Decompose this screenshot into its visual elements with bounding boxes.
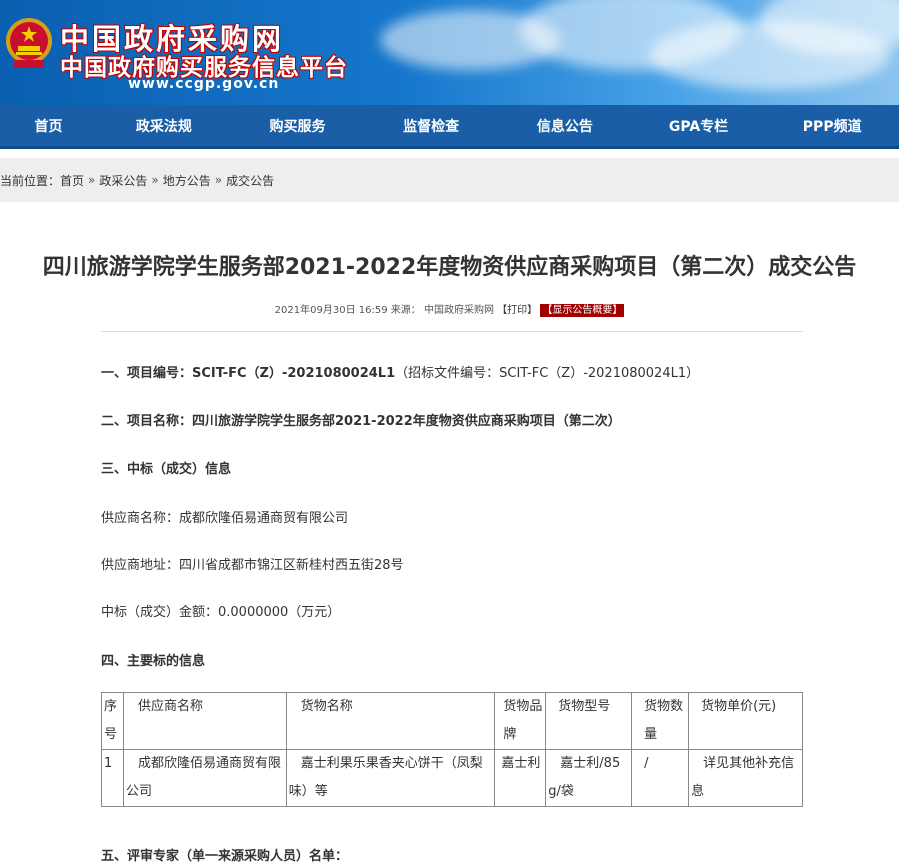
section-project-number: 一、项目编号：SCIT-FC（Z）-2021080024L1（招标文件编号：SC…	[101, 362, 699, 381]
table-header-cell: 货物单价(元)	[688, 692, 803, 750]
section-award-info: 三、中标（成交）信息	[101, 462, 232, 477]
breadcrumb-deal[interactable]: 成交公告	[226, 172, 274, 189]
breadcrumb-home[interactable]: 首页	[60, 172, 84, 189]
section-experts: 五、评审专家（单一来源采购人员）名单：	[101, 849, 349, 864]
table-cell: 嘉士利/85g/袋	[545, 749, 633, 807]
table-cell: /	[631, 749, 690, 807]
items-table: 序号 供应商名称 货物名称 货物品牌 货物型号 货物数量 货物单价(元) 1 成…	[101, 692, 803, 807]
breadcrumb-separator: »	[88, 173, 96, 187]
table-header-cell: 供应商名称	[122, 692, 287, 750]
main-nav: 首页 政采法规 购买服务 监督检查 信息公告 GPA专栏 PPP频道	[0, 105, 899, 149]
table-header-cell: 序号	[101, 692, 124, 750]
breadcrumb-local[interactable]: 地方公告	[163, 172, 211, 189]
table-header-row: 序号 供应商名称 货物名称 货物品牌 货物型号 货物数量 货物单价(元)	[101, 692, 803, 750]
article-meta: 2021年09月30日 16:59 来源： 中国政府采购网 【打印】 【显示公告…	[0, 301, 899, 317]
table-cell: 嘉士利	[494, 749, 547, 807]
nav-purchase-services[interactable]: 购买服务	[231, 105, 365, 146]
source-label: 来源：	[390, 305, 421, 316]
tender-doc-number: （招标文件编号：SCIT-FC（Z）-2021080024L1）	[395, 366, 700, 381]
table-cell: 1	[101, 749, 124, 807]
article-title: 四川旅游学院学生服务部2021-2022年度物资供应商采购项目（第二次）成交公告	[42, 255, 857, 280]
table-cell: 嘉士利果乐果香夹心饼干（凤梨味）等	[285, 749, 496, 807]
table-cell: 详见其他补充信息	[688, 749, 803, 807]
table-header-cell: 货物名称	[285, 692, 496, 750]
divider	[101, 331, 803, 332]
nav-ppp[interactable]: PPP频道	[765, 105, 899, 146]
table-row: 1 成都欣隆佰易通商贸有限公司 嘉士利果乐果香夹心饼干（凤梨味）等 嘉士利 嘉士…	[101, 749, 803, 807]
nav-announcements[interactable]: 信息公告	[498, 105, 632, 146]
nav-home[interactable]: 首页	[0, 105, 97, 146]
breadcrumb-separator: »	[151, 173, 159, 187]
breadcrumb: 当前位置： 首页 » 政采公告 » 地方公告 » 成交公告	[0, 158, 899, 202]
table-header-cell: 货物数量	[631, 692, 690, 750]
section-project-name: 二、项目名称：四川旅游学院学生服务部2021-2022年度物资供应商采购项目（第…	[101, 414, 621, 429]
site-banner: 中国政府采购网 中国政府购买服务信息平台 www.ccgp.gov.cn	[0, 0, 899, 105]
print-link[interactable]: 【打印】	[497, 305, 537, 316]
supplier-name: 供应商名称：成都欣隆佰易通商贸有限公司	[101, 511, 349, 526]
section-main-items: 四、主要标的信息	[101, 654, 206, 669]
national-emblem-icon	[6, 18, 52, 68]
breadcrumb-announcements[interactable]: 政采公告	[99, 172, 147, 189]
nav-regulations[interactable]: 政采法规	[97, 105, 231, 146]
table-cell: 成都欣隆佰易通商贸有限公司	[122, 749, 287, 807]
breadcrumb-prefix: 当前位置：	[0, 173, 61, 188]
table-header-cell: 货物品牌	[494, 692, 547, 750]
breadcrumb-separator: »	[214, 173, 223, 187]
nav-supervision[interactable]: 监督检查	[364, 105, 498, 146]
table-header-cell: 货物型号	[545, 692, 633, 750]
project-number-label: 一、项目编号：	[101, 366, 193, 381]
award-amount: 中标（成交）金额：0.0000000（万元）	[101, 605, 341, 620]
source-name: 中国政府采购网	[423, 305, 494, 316]
publish-date: 2021年09月30日 16:59	[274, 305, 388, 316]
nav-gpa[interactable]: GPA专栏	[632, 105, 766, 146]
site-url: www.ccgp.gov.cn	[128, 76, 280, 92]
project-number-value: SCIT-FC（Z）-2021080024L1	[192, 366, 396, 381]
supplier-address: 供应商地址：四川省成都市锦江区新桂村西五街28号	[101, 558, 404, 573]
show-summary-button[interactable]: 【显示公告概要】	[540, 304, 625, 317]
